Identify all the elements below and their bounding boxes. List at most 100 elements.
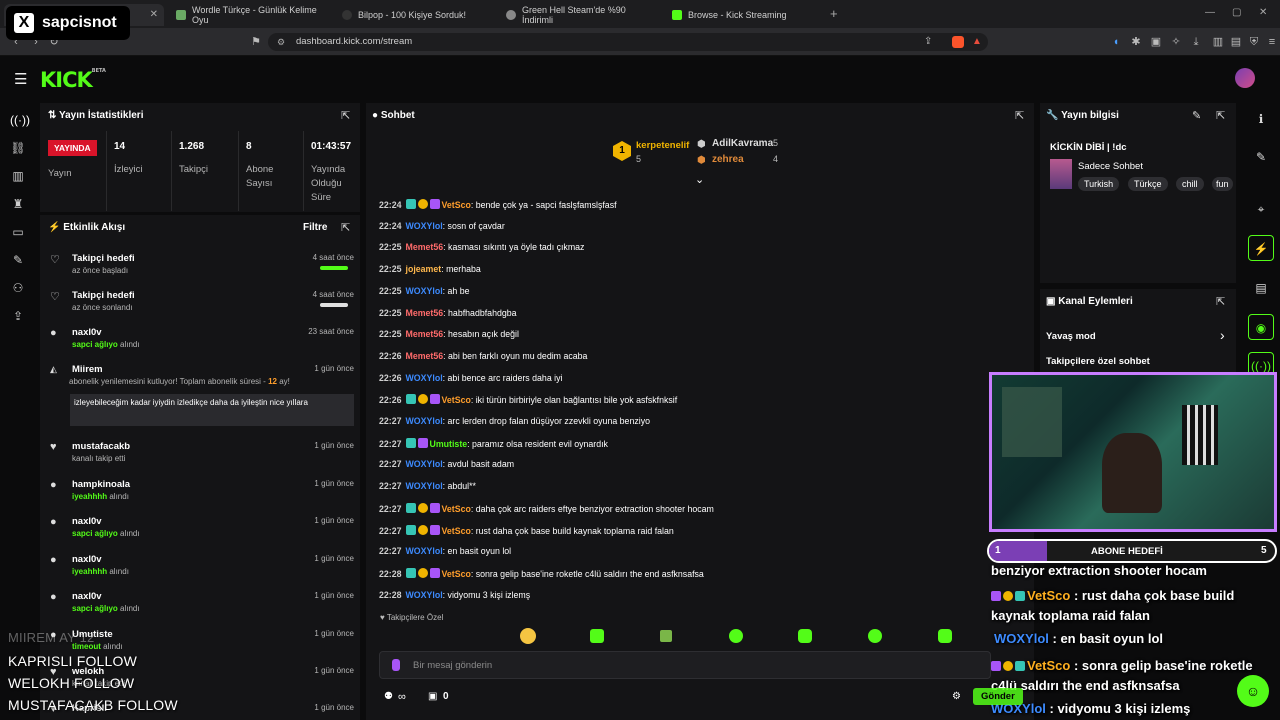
sidebar-icon[interactable]: ▥ — [1212, 36, 1224, 48]
emote-icon[interactable] — [520, 628, 536, 644]
gift-icon[interactable]: ▣ — [428, 691, 437, 702]
chat-message: 22:25 Memet56: kasması sıkıntı ya öyle ta… — [379, 242, 584, 252]
slow-mode-item[interactable]: Yavaş mod — [1046, 331, 1096, 342]
message-user[interactable]: WOXYlol — [406, 590, 443, 600]
focus-icon[interactable]: ⌖ — [1248, 196, 1274, 222]
emote-icon[interactable] — [660, 630, 672, 642]
emote-icon[interactable] — [798, 629, 812, 643]
users-icon[interactable]: ⚇ — [10, 280, 26, 296]
message-user[interactable]: WOXYlol — [406, 221, 443, 231]
chat-message: 22:28 WOXYlol: vidyomu 3 kişi izlemş — [379, 590, 530, 600]
browser-tab[interactable]: Green Hell Steam'de %90 İndirimli — [498, 4, 658, 26]
message-user[interactable]: WOXYlol — [406, 416, 443, 426]
wrench-icon[interactable]: ✎ — [10, 252, 26, 268]
emote-icon[interactable] — [938, 629, 952, 643]
menu-icon[interactable]: ≡ — [1266, 36, 1278, 48]
expand-icon[interactable]: ⇱ — [1015, 109, 1024, 122]
followers-only-item[interactable]: Takipçilere özel sohbet — [1046, 356, 1150, 367]
message-user[interactable]: Memet56 — [406, 329, 444, 339]
support-chat-icon[interactable]: ☺ — [1237, 675, 1269, 707]
emote-icon[interactable] — [868, 629, 882, 643]
info-icon[interactable]: ℹ — [1248, 106, 1274, 132]
top-gifter-name[interactable]: AdilKavrama — [712, 138, 773, 149]
sub-goal-bar: 1 ABONE HEDEFİ 5 — [987, 539, 1277, 563]
audio-icon[interactable]: ◖ — [1110, 36, 1122, 48]
brave-rewards-icon[interactable]: ▲ — [972, 33, 982, 51]
message-user[interactable]: Umutiste — [430, 439, 468, 449]
expand-icon[interactable]: ⇱ — [341, 221, 350, 234]
message-time: 22:25 — [379, 329, 402, 340]
subs-label: Abone Sayısı — [246, 164, 274, 189]
stream-icon[interactable]: ((·)) — [10, 112, 30, 128]
browser-tab[interactable]: Wordle Türkçe - Günlük Kelime Oyu — [168, 4, 328, 26]
expand-icon[interactable]: ⇱ — [1216, 109, 1225, 122]
message-user[interactable]: VetSco — [442, 504, 471, 514]
message-user[interactable]: VetSco — [442, 395, 471, 405]
message-user[interactable]: WOXYlol — [406, 481, 443, 491]
upload-icon[interactable]: ⇪ — [10, 308, 26, 324]
emote-icon[interactable] — [729, 629, 743, 643]
url-input[interactable]: ⚙ dashboard.kick.com/stream ⇪ ▲ — [268, 33, 988, 51]
edit-icon[interactable]: ✎ — [1248, 144, 1274, 170]
reward-icon: ● — [50, 554, 57, 566]
message-user[interactable]: Memet56 — [406, 351, 444, 361]
vpn-icon[interactable]: ⛨ — [1248, 36, 1260, 48]
chat-input[interactable]: Bir mesaj gönderin — [379, 651, 991, 679]
message-user[interactable]: VetSco — [442, 569, 471, 579]
browser-tab-active[interactable]: Browse - Kick Streaming — [664, 4, 824, 26]
message-user[interactable]: VetSco — [442, 526, 471, 536]
analytics-icon[interactable]: ▥ — [10, 168, 26, 184]
message-text: : hesabın açık değil — [443, 329, 519, 340]
hamburger-menu-icon[interactable]: ☰ — [14, 70, 27, 88]
extensions-icon[interactable]: ✱ — [1130, 36, 1142, 48]
edit-icon[interactable]: ✎ — [1192, 109, 1201, 122]
document-icon[interactable]: ▤ — [1248, 275, 1274, 301]
avatar[interactable] — [1235, 68, 1255, 88]
message-user[interactable]: WOXYlol — [406, 459, 443, 469]
tag: fun — [1212, 177, 1233, 191]
brave-shield-icon[interactable] — [952, 36, 964, 48]
trophy-icon[interactable]: ♜ — [10, 196, 26, 212]
message-user[interactable]: WOXYlol — [406, 546, 443, 556]
kick-logo[interactable]: KICKBETA — [40, 68, 106, 92]
new-tab-button[interactable]: + — [830, 6, 838, 21]
category-name[interactable]: Sadece Sohbet — [1078, 161, 1143, 172]
top-gifter-name[interactable]: kerpetenelif — [636, 140, 689, 151]
settings-icon[interactable]: ⚙ — [952, 691, 961, 702]
message-text: : vidyomu 3 kişi izlemş — [442, 589, 531, 600]
send-button[interactable]: Gönder — [973, 688, 1023, 705]
list-item[interactable]: ◭ Miirem abonelik yenilemesini kutluyor!… — [48, 364, 354, 430]
expand-icon[interactable]: ⇱ — [341, 109, 350, 122]
maximize-icon[interactable]: ▢ — [1232, 7, 1241, 18]
filter-button[interactable]: Filtre — [303, 222, 327, 233]
close-icon[interactable]: ✕ — [150, 9, 158, 20]
video-icon[interactable]: ▭ — [10, 224, 26, 240]
top-gifter-name[interactable]: zehrea — [712, 154, 744, 165]
link-icon[interactable]: ⛓ — [10, 140, 26, 156]
minimize-icon[interactable]: — — [1205, 7, 1215, 18]
chat-icon[interactable]: ◉ — [1248, 314, 1274, 340]
site-info-icon[interactable]: ⚙ — [277, 33, 285, 51]
message-user[interactable]: Memet56 — [406, 242, 444, 252]
chevron-down-icon[interactable]: ⌄ — [695, 173, 704, 186]
share-icon[interactable]: ⇪ — [924, 33, 932, 51]
expand-icon[interactable]: ⇱ — [1216, 295, 1225, 308]
browser-tab[interactable]: Bilpop - 100 Kişiye Sorduk! — [334, 4, 494, 26]
stream-info-title: 🔧 Yayın bilgisi — [1046, 110, 1119, 121]
chevron-right-icon[interactable]: › — [1220, 327, 1225, 343]
screenshot-icon[interactable]: ▣ — [1150, 36, 1162, 48]
chat-message: 22:26 Memet56: abi ben farklı oyun mu ded… — [379, 351, 587, 361]
message-user[interactable]: Memet56 — [406, 308, 444, 318]
close-window-icon[interactable]: ✕ — [1259, 7, 1267, 18]
lightning-icon[interactable]: ⚡ — [1248, 235, 1274, 261]
downloads-icon[interactable]: ⤓ — [1190, 36, 1202, 48]
message-user[interactable]: jojeamet — [406, 264, 442, 274]
wallet-icon[interactable]: ▤ — [1230, 36, 1242, 48]
message-user[interactable]: VetSco — [442, 200, 471, 210]
bookmark-icon[interactable]: ⚑ — [250, 36, 262, 48]
ai-icon[interactable]: ✧ — [1170, 36, 1182, 48]
emote-icon[interactable] — [590, 629, 604, 643]
message-user[interactable]: WOXYlol — [406, 373, 443, 383]
points-icon[interactable]: ⚉ — [384, 691, 393, 702]
message-user[interactable]: WOXYlol — [406, 286, 443, 296]
